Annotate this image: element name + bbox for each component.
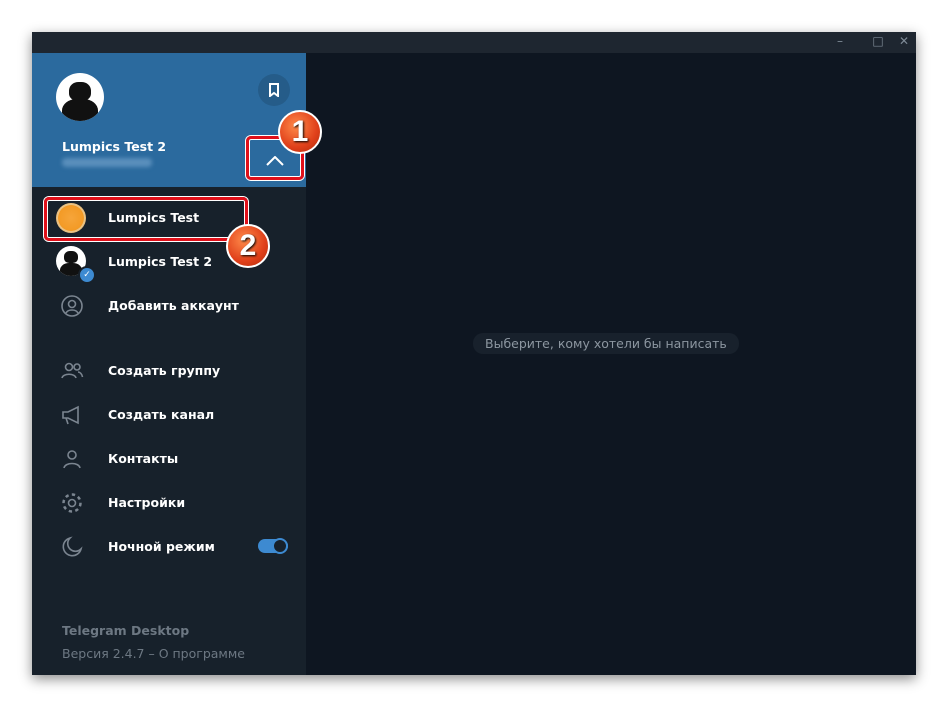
- menu-label: Создать канал: [108, 407, 215, 422]
- menu-label: Настройки: [108, 495, 186, 510]
- night-mode-toggle[interactable]: [258, 538, 288, 554]
- annotation-badge-1: 1: [278, 110, 322, 154]
- title-bar: – □ ✕: [32, 32, 916, 53]
- account-name: Lumpics Test 2: [108, 254, 213, 269]
- menu-item-new-group[interactable]: Создать группу: [32, 351, 306, 391]
- app-name: Telegram Desktop: [62, 623, 190, 638]
- active-check-icon: ✓: [78, 266, 96, 284]
- profile-phone-blurred: [62, 158, 152, 167]
- group-icon: [61, 362, 84, 379]
- profile-avatar[interactable]: [56, 73, 104, 121]
- saved-messages-button[interactable]: [258, 74, 290, 106]
- add-account-label: Добавить аккаунт: [108, 298, 239, 313]
- menu-item-contacts[interactable]: Контакты: [32, 439, 306, 479]
- empty-chat-placeholder: Выберите, кому хотели бы написать: [473, 333, 739, 354]
- close-button[interactable]: ✕: [894, 34, 914, 48]
- megaphone-icon: [62, 405, 79, 425]
- moon-icon: [62, 536, 83, 557]
- version-about-link[interactable]: Версия 2.4.7 – О программе: [62, 646, 245, 661]
- annotation-highlight-2: [44, 197, 248, 241]
- contact-icon: [63, 450, 81, 469]
- gear-icon: [62, 493, 82, 513]
- annotation-badge-2: 2: [226, 224, 270, 268]
- maximize-button[interactable]: □: [868, 34, 888, 48]
- menu-label: Контакты: [108, 451, 179, 466]
- menu-label: Ночной режим: [108, 539, 215, 554]
- add-account-item[interactable]: Добавить аккаунт: [32, 286, 306, 326]
- telegram-window: – □ ✕ Lumpics Test 2 Lumpics Test ✓ Lump…: [32, 32, 916, 675]
- menu-item-night-mode[interactable]: Ночной режим: [32, 527, 306, 567]
- menu-item-settings[interactable]: Настройки: [32, 483, 306, 523]
- bookmark-icon: [269, 83, 279, 97]
- minimize-button[interactable]: –: [830, 34, 850, 48]
- menu-item-new-channel[interactable]: Создать канал: [32, 395, 306, 435]
- profile-name: Lumpics Test 2: [62, 139, 167, 154]
- menu-label: Создать группу: [108, 363, 221, 378]
- add-account-icon: [61, 295, 83, 317]
